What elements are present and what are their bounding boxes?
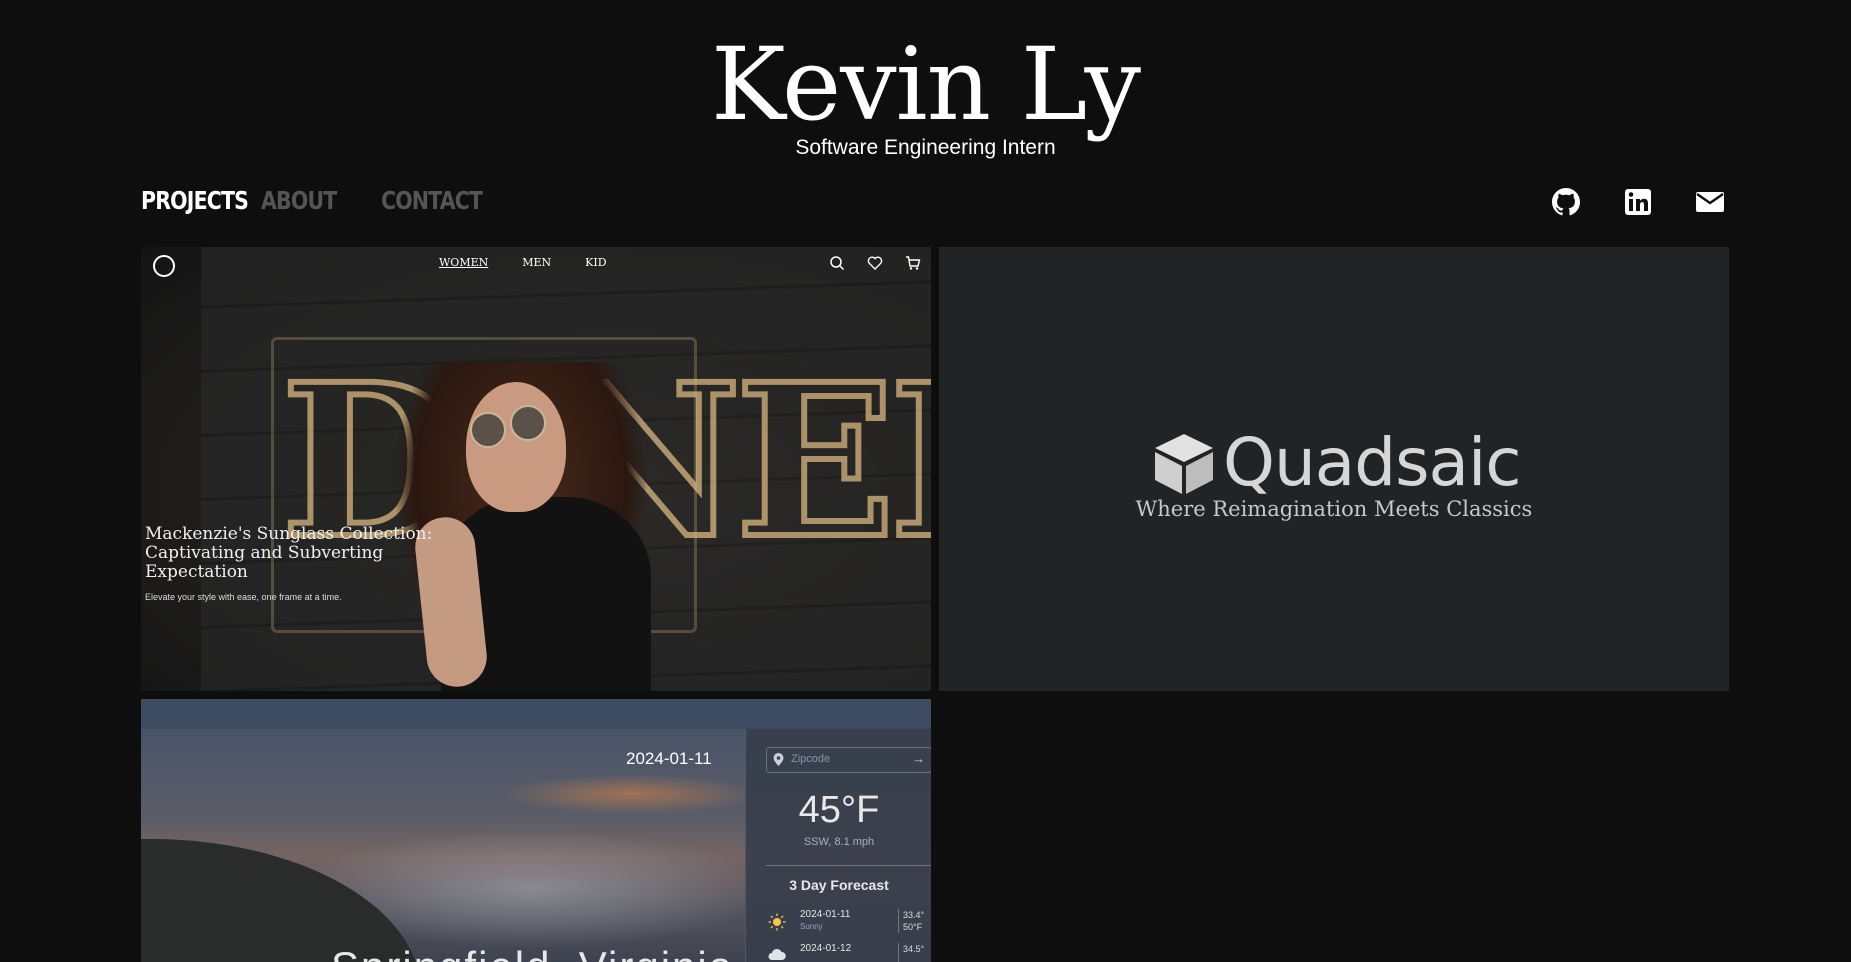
weather-city: Springfield, Virginia <box>331 943 734 962</box>
search-icon[interactable] <box>829 255 845 271</box>
nav-contact[interactable]: CONTACT <box>381 186 483 215</box>
arrow-right-icon[interactable]: → <box>912 751 925 766</box>
store-logo-icon[interactable] <box>153 255 175 277</box>
project-card-weather[interactable]: 2024-01-11 Springfield, Virginia Zipcode… <box>141 699 931 962</box>
cloud-icon <box>768 947 786 962</box>
nav-projects[interactable]: PROJECTS <box>141 186 249 215</box>
location-pin-icon <box>773 753 784 769</box>
forecast-high: 33.4° <box>903 910 925 920</box>
weather-panel: Zipcode → 45°F SSW, 8.1 mph 3 Day Foreca… <box>745 729 931 962</box>
main-nav: PROJECTS ABOUT CONTACT <box>141 186 483 215</box>
quadsaic-name: Quadsaic <box>1223 424 1522 501</box>
project-hero-subtitle: Elevate your style with ease, one frame … <box>145 592 342 602</box>
store-menu-women[interactable]: WOMEN <box>439 256 488 269</box>
cube-icon <box>1155 433 1213 494</box>
social-links <box>1552 187 1724 217</box>
sunglass-lens-right <box>510 405 546 441</box>
nav-about[interactable]: ABOUT <box>261 186 337 215</box>
weather-date: 2024-01-11 <box>626 749 712 768</box>
cart-icon[interactable] <box>905 255 921 271</box>
forecast-date: 2024-01-11 <box>800 909 851 920</box>
forecast-row: 2024-01-12 34.5° <box>766 941 931 962</box>
forecast-date: 2024-01-12 <box>800 943 852 954</box>
project-hero-title: Mackenzie's Sunglass Collection: Captiva… <box>145 524 433 582</box>
divider <box>898 943 899 962</box>
model-face <box>466 382 566 512</box>
quadsaic-logo: Quadsaic <box>1151 424 1522 501</box>
current-temperature: 45°F <box>798 789 880 831</box>
forecast-high: 34.5° <box>903 944 925 954</box>
divider <box>898 909 899 933</box>
forecast-low: 50°F <box>903 922 923 932</box>
project-card-quadsaic[interactable]: Quadsaic Where Reimagination Meets Class… <box>939 247 1729 691</box>
linkedin-icon[interactable] <box>1624 187 1652 217</box>
zipcode-input[interactable]: Zipcode → <box>766 747 931 773</box>
store-menu-men[interactable]: MEN <box>522 256 551 269</box>
wind-info: SSW, 8.1 mph <box>803 836 875 848</box>
divider <box>766 865 931 866</box>
store-menu-kid[interactable]: KID <box>585 256 606 269</box>
forecast-condition: Sunny <box>800 922 823 931</box>
forecast-title: 3 Day Forecast <box>789 877 889 893</box>
forecast-row: 2024-01-11 Sunny 33.4° 50°F <box>766 907 931 937</box>
store-menu: WOMEN MEN KID <box>439 256 607 269</box>
github-icon[interactable] <box>1552 187 1580 217</box>
store-icons <box>829 255 921 271</box>
sun-icon <box>768 913 786 936</box>
zipcode-placeholder: Zipcode <box>791 753 831 765</box>
mail-icon[interactable] <box>1696 187 1724 217</box>
weather-top-bar <box>141 699 931 729</box>
sunset-glow <box>501 774 761 814</box>
sunglass-lens-left <box>470 412 506 448</box>
site-subtitle: Software Engineering Intern <box>795 136 1056 159</box>
heart-icon[interactable] <box>867 255 883 271</box>
site-title: Kevin Ly <box>710 26 1141 143</box>
project-card-sunglass[interactable]: DINER WOMEN MEN KID Mackenzie's Sunglass… <box>141 247 931 691</box>
quadsaic-tagline: Where Reimagination Meets Classics <box>1135 497 1533 521</box>
